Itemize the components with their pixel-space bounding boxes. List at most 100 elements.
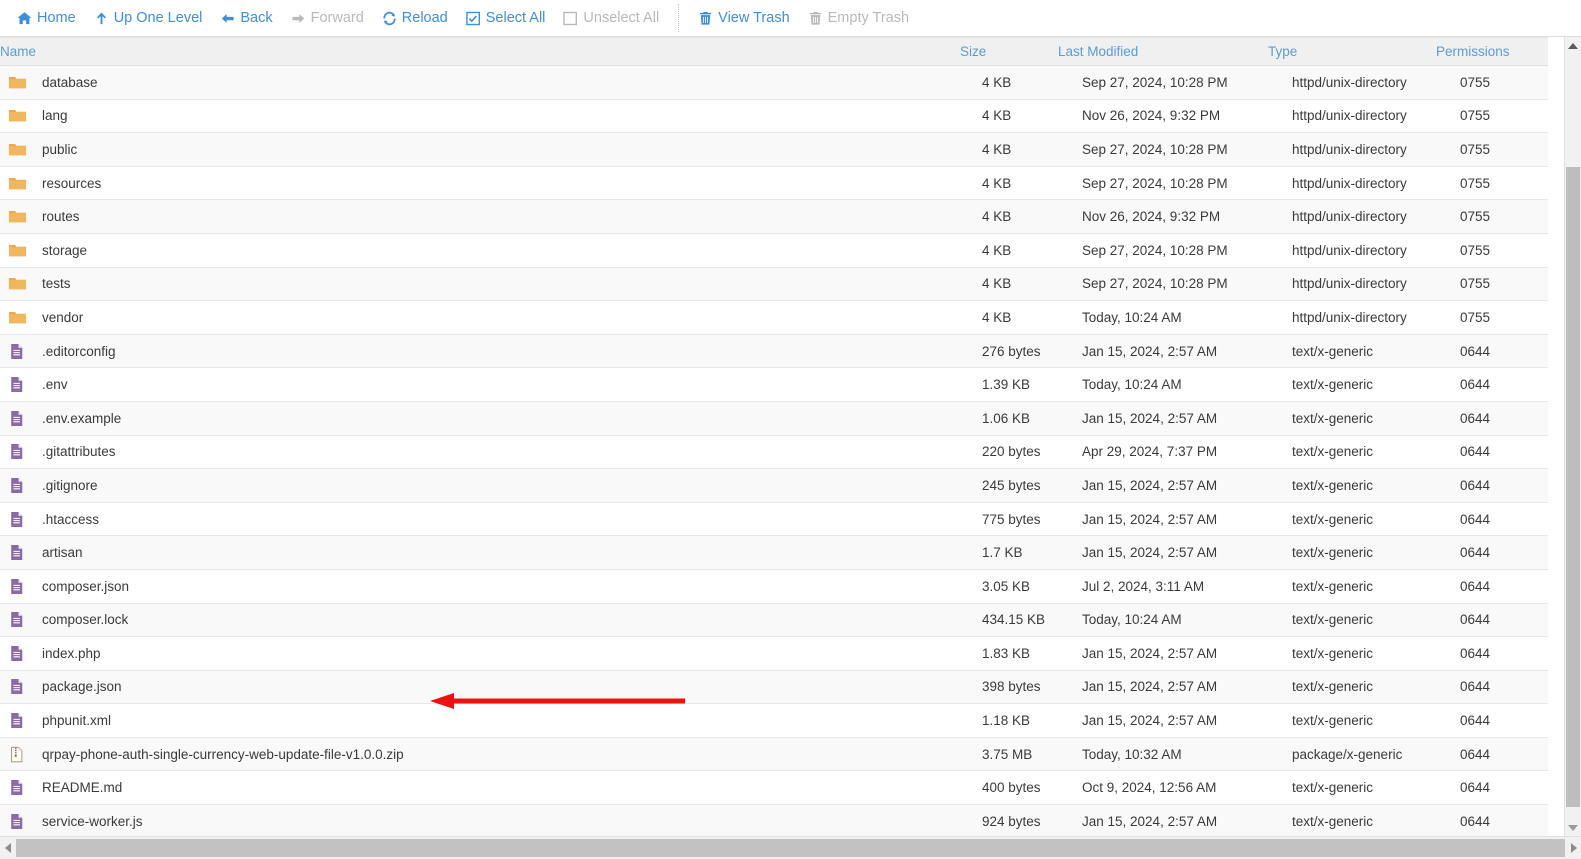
vertical-scrollbar-thumb[interactable] (1566, 167, 1580, 807)
file-name-label[interactable]: storage (42, 243, 87, 258)
file-name-label[interactable]: tests (42, 276, 71, 291)
toolbar-button-reload[interactable]: Reload (373, 7, 457, 29)
horizontal-scrollbar-thumb[interactable] (16, 839, 1565, 857)
cell-name[interactable]: storage (0, 233, 960, 268)
cell-name[interactable]: service-worker.js (0, 804, 960, 836)
file-name-label[interactable]: package.json (42, 679, 122, 694)
text-file-icon (7, 576, 27, 596)
file-name-label[interactable]: resources (42, 176, 101, 191)
toolbar-button-select-all[interactable]: Select All (457, 7, 555, 29)
cell-name[interactable]: package.json (0, 670, 960, 705)
cell-name[interactable]: lang (0, 99, 960, 134)
table-row[interactable]: .env.example 1.06 KB Jan 15, 2024, 2:57 AM… (0, 401, 1548, 436)
scroll-right-button[interactable] (1566, 837, 1581, 859)
scroll-down-button[interactable] (1565, 819, 1581, 836)
cell-name[interactable]: .env (0, 367, 960, 402)
cell-name[interactable]: README.md (0, 770, 960, 806)
table-row[interactable]: routes 4 KB Nov 26, 2024, 9:32 PM httpd/uni… (0, 199, 1548, 234)
toolbar-button-up-one-level[interactable]: Up One Level (85, 7, 212, 29)
table-row[interactable]: database 4 KB Sep 27, 2024, 10:28 PM httpd/… (0, 65, 1548, 100)
vertical-scrollbar[interactable] (1564, 37, 1581, 836)
table-row[interactable]: .gitignore 245 bytes Jan 15, 2024, 2:57 AM… (0, 468, 1548, 503)
cell-name[interactable]: phpunit.xml (0, 703, 960, 738)
cell-name[interactable]: .htaccess (0, 502, 960, 537)
cell-name[interactable]: .gitignore (0, 468, 960, 503)
file-name-label[interactable]: .gitattributes (42, 444, 116, 459)
table-row[interactable]: index.php 1.83 KB Jan 15, 2024, 2:57 AM tex… (0, 636, 1548, 671)
table-row[interactable]: vendor 4 KB Today, 10:24 AM httpd/unix-dire… (0, 300, 1548, 335)
cell-modified: Jan 15, 2024, 2:57 AM (1058, 670, 1268, 705)
file-name-label[interactable]: lang (42, 108, 68, 123)
cell-name[interactable]: database (0, 65, 960, 100)
file-name-label[interactable]: .gitignore (42, 478, 98, 493)
file-name-label[interactable]: .htaccess (42, 512, 99, 527)
cell-name[interactable]: .editorconfig (0, 334, 960, 369)
cell-permissions: 0755 (1436, 65, 1548, 100)
table-row[interactable]: phpunit.xml 1.18 KB Jan 15, 2024, 2:57 AM t… (0, 703, 1548, 738)
arrow-left-icon (220, 11, 235, 26)
cell-name[interactable]: .env.example (0, 401, 960, 436)
column-header-name[interactable]: Name (0, 37, 960, 66)
table-row[interactable]: composer.json 3.05 KB Jul 2, 2024, 3:11 AM… (0, 569, 1548, 604)
table-row[interactable]: public 4 KB Sep 27, 2024, 10:28 PM httpd/un… (0, 132, 1548, 167)
file-name-label[interactable]: composer.json (42, 579, 129, 594)
toolbar-button-home[interactable]: Home (8, 7, 85, 29)
file-name-label[interactable]: phpunit.xml (42, 713, 111, 728)
cell-name[interactable]: vendor (0, 300, 960, 335)
file-name-label[interactable]: database (42, 75, 98, 90)
cell-name[interactable]: tests (0, 267, 960, 302)
table-row[interactable]: lang 4 KB Nov 26, 2024, 9:32 PM httpd/unix-… (0, 99, 1548, 134)
toolbar-button-view-trash[interactable]: View Trash (689, 7, 798, 29)
file-name-label[interactable]: index.php (42, 646, 101, 661)
cell-name[interactable]: composer.json (0, 569, 960, 604)
column-header-type[interactable]: Type (1268, 37, 1436, 66)
cell-name[interactable]: qrpay-phone-auth-single-currency-web-upd… (0, 737, 960, 772)
toolbar-button-label: Up One Level (113, 10, 203, 26)
cell-permissions: 0644 (1436, 770, 1548, 806)
cell-name[interactable]: public (0, 132, 960, 167)
file-name-label[interactable]: .env.example (42, 411, 121, 426)
table-row[interactable]: .editorconfig 276 bytes Jan 15, 2024, 2:57… (0, 334, 1548, 369)
checkbox-empty-icon (563, 11, 578, 26)
table-row[interactable]: package.json 398 bytes Jan 15, 2024, 2:57 … (0, 670, 1548, 705)
column-header-modified[interactable]: Last Modified (1058, 37, 1268, 66)
cell-size: 3.75 MB (960, 737, 1058, 772)
table-row[interactable]: qrpay-phone-auth-single-currency-web-upd… (0, 737, 1548, 772)
cell-name[interactable]: routes (0, 199, 960, 234)
scroll-up-button[interactable] (1565, 37, 1581, 54)
file-name-label[interactable]: .env (42, 377, 68, 392)
folder-icon (7, 139, 27, 159)
table-row[interactable]: README.md 400 bytes Oct 9, 2024, 12:56 AM t… (0, 770, 1548, 806)
table-row[interactable]: tests 4 KB Sep 27, 2024, 10:28 PM httpd/uni… (0, 267, 1548, 302)
file-name-label[interactable]: composer.lock (42, 612, 128, 627)
file-name-label[interactable]: public (42, 142, 77, 157)
toolbar-button-back[interactable]: Back (211, 7, 281, 29)
column-header-size[interactable]: Size (960, 37, 1058, 66)
cell-name[interactable]: composer.lock (0, 603, 960, 638)
table-row[interactable]: composer.lock 434.15 KB Today, 10:24 AM tex… (0, 603, 1548, 638)
horizontal-scrollbar[interactable] (0, 836, 1581, 859)
scroll-left-button[interactable] (0, 837, 15, 859)
table-row[interactable]: .htaccess 775 bytes Jan 15, 2024, 2:57 AM t… (0, 502, 1548, 537)
table-row[interactable]: .env 1.39 KB Today, 10:24 AM text/x-generic… (0, 367, 1548, 402)
table-row[interactable]: resources 4 KB Sep 27, 2024, 10:28 PM httpd… (0, 166, 1548, 201)
table-row[interactable]: artisan 1.7 KB Jan 15, 2024, 2:57 AM text/x… (0, 535, 1548, 570)
cell-name[interactable]: resources (0, 166, 960, 201)
cell-permissions: 0644 (1436, 804, 1548, 836)
file-name-label[interactable]: .editorconfig (42, 344, 116, 359)
file-name-label[interactable]: routes (42, 209, 80, 224)
table-row[interactable]: storage 4 KB Sep 27, 2024, 10:28 PM httpd/u… (0, 233, 1548, 268)
cell-name[interactable]: artisan (0, 535, 960, 570)
file-name-label[interactable]: vendor (42, 310, 83, 325)
toolbar-button-label: Reload (401, 10, 448, 26)
cell-modified: Today, 10:24 AM (1058, 300, 1268, 335)
file-name-label[interactable]: service-worker.js (42, 814, 143, 829)
cell-name[interactable]: index.php (0, 636, 960, 671)
column-header-permissions[interactable]: Permissions (1436, 37, 1548, 66)
table-row[interactable]: .gitattributes 220 bytes Apr 29, 2024, 7:3… (0, 435, 1548, 470)
file-name-label[interactable]: qrpay-phone-auth-single-currency-web-upd… (42, 747, 404, 762)
file-name-label[interactable]: README.md (42, 780, 122, 795)
file-name-label[interactable]: artisan (42, 545, 83, 560)
table-row[interactable]: service-worker.js 924 bytes Jan 15, 2024, … (0, 804, 1548, 836)
cell-name[interactable]: .gitattributes (0, 435, 960, 470)
